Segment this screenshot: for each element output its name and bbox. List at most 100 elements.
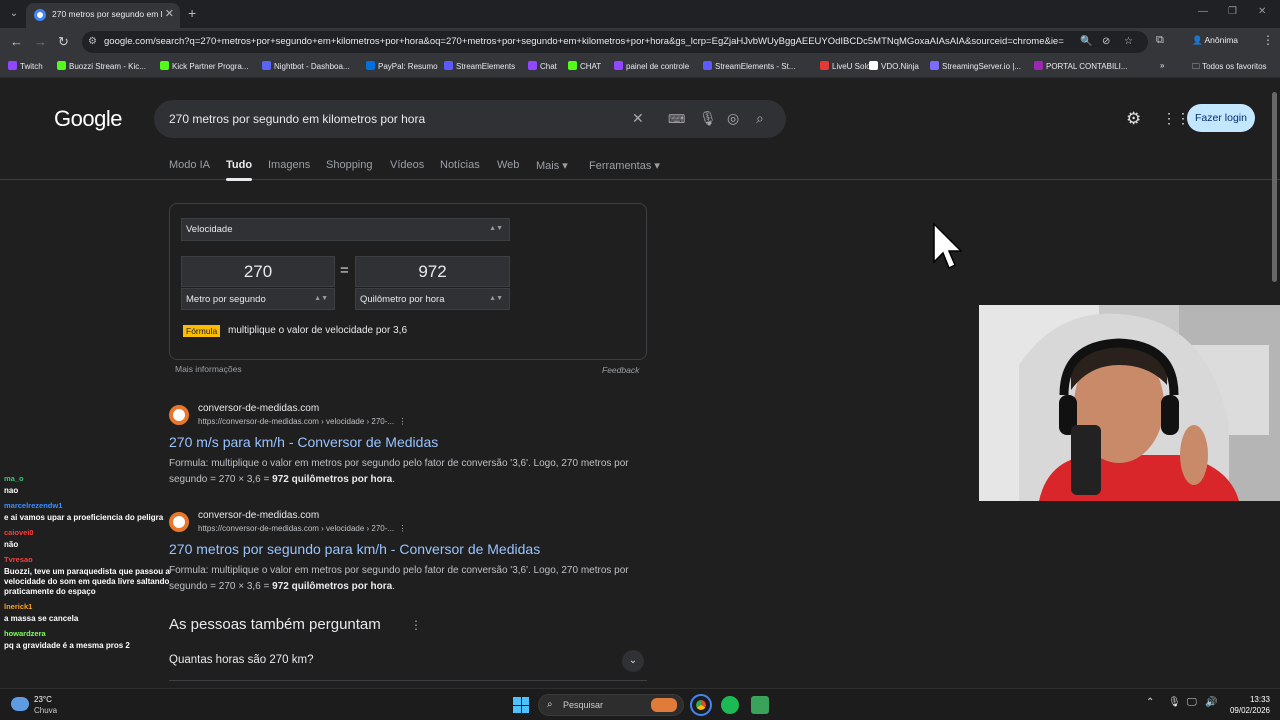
result-site[interactable]: conversor-de-medidas.com <box>198 403 319 414</box>
bookmark-label: Nightbot - Dashboa... <box>274 62 350 71</box>
back-button[interactable]: ← <box>10 34 23 49</box>
tab-close-icon[interactable]: ✕ <box>165 7 174 20</box>
paa-options-icon[interactable]: ⋮ <box>410 618 422 632</box>
bookmark-item[interactable]: painel de controle <box>614 61 689 71</box>
bookmark-label: CHAT <box>580 62 602 71</box>
reload-button[interactable]: ↻ <box>58 34 69 50</box>
tab-search-button[interactable]: ⌄ <box>6 6 22 22</box>
weather-temperature[interactable]: 23°C <box>34 695 52 704</box>
bookmark-item[interactable]: StreamElements - St... <box>703 61 795 71</box>
more-info-link[interactable]: Mais informações <box>175 364 242 374</box>
tray-overflow-icon[interactable]: ⌃ <box>1146 697 1154 708</box>
from-unit-select[interactable]: Metro por segundo ▲▼ <box>181 288 335 310</box>
bookmark-item[interactable]: Nightbot - Dashboa... <box>262 61 350 71</box>
bookmark-favicon-icon <box>930 61 939 70</box>
formula-text: multiplique o valor de velocidade por 3,… <box>228 325 407 336</box>
menu-icon[interactable]: ⋮ <box>1262 33 1274 47</box>
new-tab-button[interactable]: + <box>188 5 196 21</box>
bookmark-item[interactable]: CHAT <box>568 61 601 71</box>
browser-tab[interactable]: 270 metros por segundo em k ✕ <box>26 3 180 28</box>
bookmark-favicon-icon <box>614 61 623 70</box>
search-tabs: Modo IA Tudo Imagens Shopping Vídeos Not… <box>0 150 1280 181</box>
result-url[interactable]: https://conversor-de-medidas.com › veloc… <box>198 417 407 426</box>
bookmark-star-icon[interactable]: ☆ <box>1124 36 1133 47</box>
taskbar-search[interactable]: ⌕ Pesquisar <box>538 694 684 716</box>
bookmark-item[interactable]: Twitch <box>8 61 43 71</box>
search-box[interactable]: 270 metros por segundo em kilometros por… <box>154 100 786 138</box>
windows-start-icon[interactable] <box>513 697 529 713</box>
page-scrollbar[interactable] <box>1270 82 1278 282</box>
mouse-cursor-icon <box>933 222 962 270</box>
maximize-button[interactable]: ❐ <box>1228 6 1237 17</box>
tab-noticias[interactable]: Notícias <box>440 159 480 171</box>
tab-mais[interactable]: Mais ▾ <box>536 159 568 172</box>
network-icon[interactable]: 🖵 <box>1187 697 1197 708</box>
result-title[interactable]: 270 m/s para km/h - Conversor de Medidas <box>169 434 438 450</box>
paa-question[interactable]: Quantas horas são 270 km? <box>169 654 313 666</box>
result-site[interactable]: conversor-de-medidas.com <box>198 510 319 521</box>
microphone-icon[interactable]: 🎙 <box>1168 697 1181 708</box>
search-icon[interactable]: ⌕ <box>756 110 764 127</box>
search-icon: ⌕ <box>547 699 553 710</box>
app-icon[interactable] <box>751 696 769 714</box>
chrome-app-icon[interactable] <box>690 694 712 716</box>
bookmark-item[interactable]: Kick Partner Progra... <box>160 61 248 71</box>
bookmark-favicon-icon <box>1034 61 1043 70</box>
keyboard-icon[interactable]: ⌨ <box>668 112 685 126</box>
spotify-app-icon[interactable] <box>721 696 739 714</box>
rain-cloud-icon[interactable] <box>11 697 29 711</box>
feedback-link[interactable]: Feedback <box>602 365 639 375</box>
tab-ferramentas[interactable]: Ferramentas ▾ <box>589 159 660 172</box>
bookmark-item[interactable]: LiveU Solo <box>820 61 871 71</box>
chat-username: caiovei0 <box>4 528 34 537</box>
zoom-icon[interactable]: 🔍 <box>1080 36 1092 47</box>
site-info-icon[interactable]: ⚙ <box>88 36 97 47</box>
bookmark-label: PORTAL CONTABILI... <box>1046 62 1128 71</box>
incognito-badge[interactable]: 👤 Anônima <box>1192 35 1238 46</box>
bookmark-item[interactable]: Chat <box>528 61 557 71</box>
lens-icon[interactable]: ◎ <box>727 110 739 127</box>
microphone-icon[interactable]: 🎙 <box>699 110 717 127</box>
forward-button[interactable]: → <box>34 34 47 49</box>
category-select[interactable]: Velocidade ▲▼ <box>181 218 510 241</box>
volume-icon[interactable]: 🔊 <box>1205 697 1217 708</box>
tab-videos[interactable]: Vídeos <box>390 159 424 171</box>
bookmark-item[interactable]: Buozzi Stream - Kic... <box>57 61 146 71</box>
eye-off-icon[interactable]: ⊘ <box>1102 36 1110 47</box>
apps-grid-icon[interactable]: ⋮⋮ <box>1162 110 1190 127</box>
bookmark-label: Chat <box>540 62 557 71</box>
scrollbar-thumb[interactable] <box>1272 92 1277 282</box>
login-button[interactable]: Fazer login <box>1187 104 1255 132</box>
bookmark-item[interactable]: PayPal: Resumo <box>366 61 438 71</box>
close-window-button[interactable]: ✕ <box>1258 6 1266 17</box>
weather-description[interactable]: Chuva <box>34 706 57 715</box>
extensions-icon[interactable]: ⧉ <box>1156 34 1164 47</box>
bookmark-item[interactable]: PORTAL CONTABILI... <box>1034 61 1128 71</box>
chat-text: Buozzi, teve um paraquedista que passou … <box>4 567 170 596</box>
bookmark-item[interactable]: StreamingServer.io |... <box>930 61 1021 71</box>
from-value-input[interactable]: 270 <box>181 256 335 287</box>
clear-icon[interactable]: ✕ <box>632 110 644 127</box>
all-bookmarks[interactable]: 🗀 Todos os favoritos <box>1192 61 1267 75</box>
result-snippet: Formula: multiplique o valor em metros p… <box>169 565 629 592</box>
bookmark-item[interactable]: VDO.Ninja <box>869 61 919 71</box>
system-clock[interactable]: 13:33 09/02/2026 <box>1226 694 1270 716</box>
chevron-down-icon[interactable]: ⌄ <box>622 650 644 672</box>
google-logo[interactable]: Google <box>54 106 122 132</box>
settings-gear-icon[interactable]: ⚙ <box>1126 109 1141 129</box>
tab-shopping[interactable]: Shopping <box>326 159 373 171</box>
to-value-input[interactable]: 972 <box>355 256 510 287</box>
minimize-button[interactable]: — <box>1198 6 1208 17</box>
address-bar[interactable]: ⚙ google.com/search?q=270+metros+por+seg… <box>82 31 1148 53</box>
tab-imagens[interactable]: Imagens <box>268 159 310 171</box>
to-unit-select[interactable]: Quilômetro por hora ▲▼ <box>355 288 510 310</box>
result-title[interactable]: 270 metros por segundo para km/h - Conve… <box>169 541 540 557</box>
search-query[interactable]: 270 metros por segundo em kilometros por… <box>169 112 425 126</box>
tab-web[interactable]: Web <box>497 159 519 171</box>
bookmarks-overflow-icon[interactable]: » <box>1160 61 1164 70</box>
tab-tudo[interactable]: Tudo <box>226 159 253 181</box>
chat-message: lnerick1 a massa se cancela <box>4 602 180 624</box>
bookmark-item[interactable]: StreamElements <box>444 61 515 71</box>
tab-modo-ia[interactable]: Modo IA <box>169 159 210 171</box>
result-url[interactable]: https://conversor-de-medidas.com › veloc… <box>198 524 407 533</box>
